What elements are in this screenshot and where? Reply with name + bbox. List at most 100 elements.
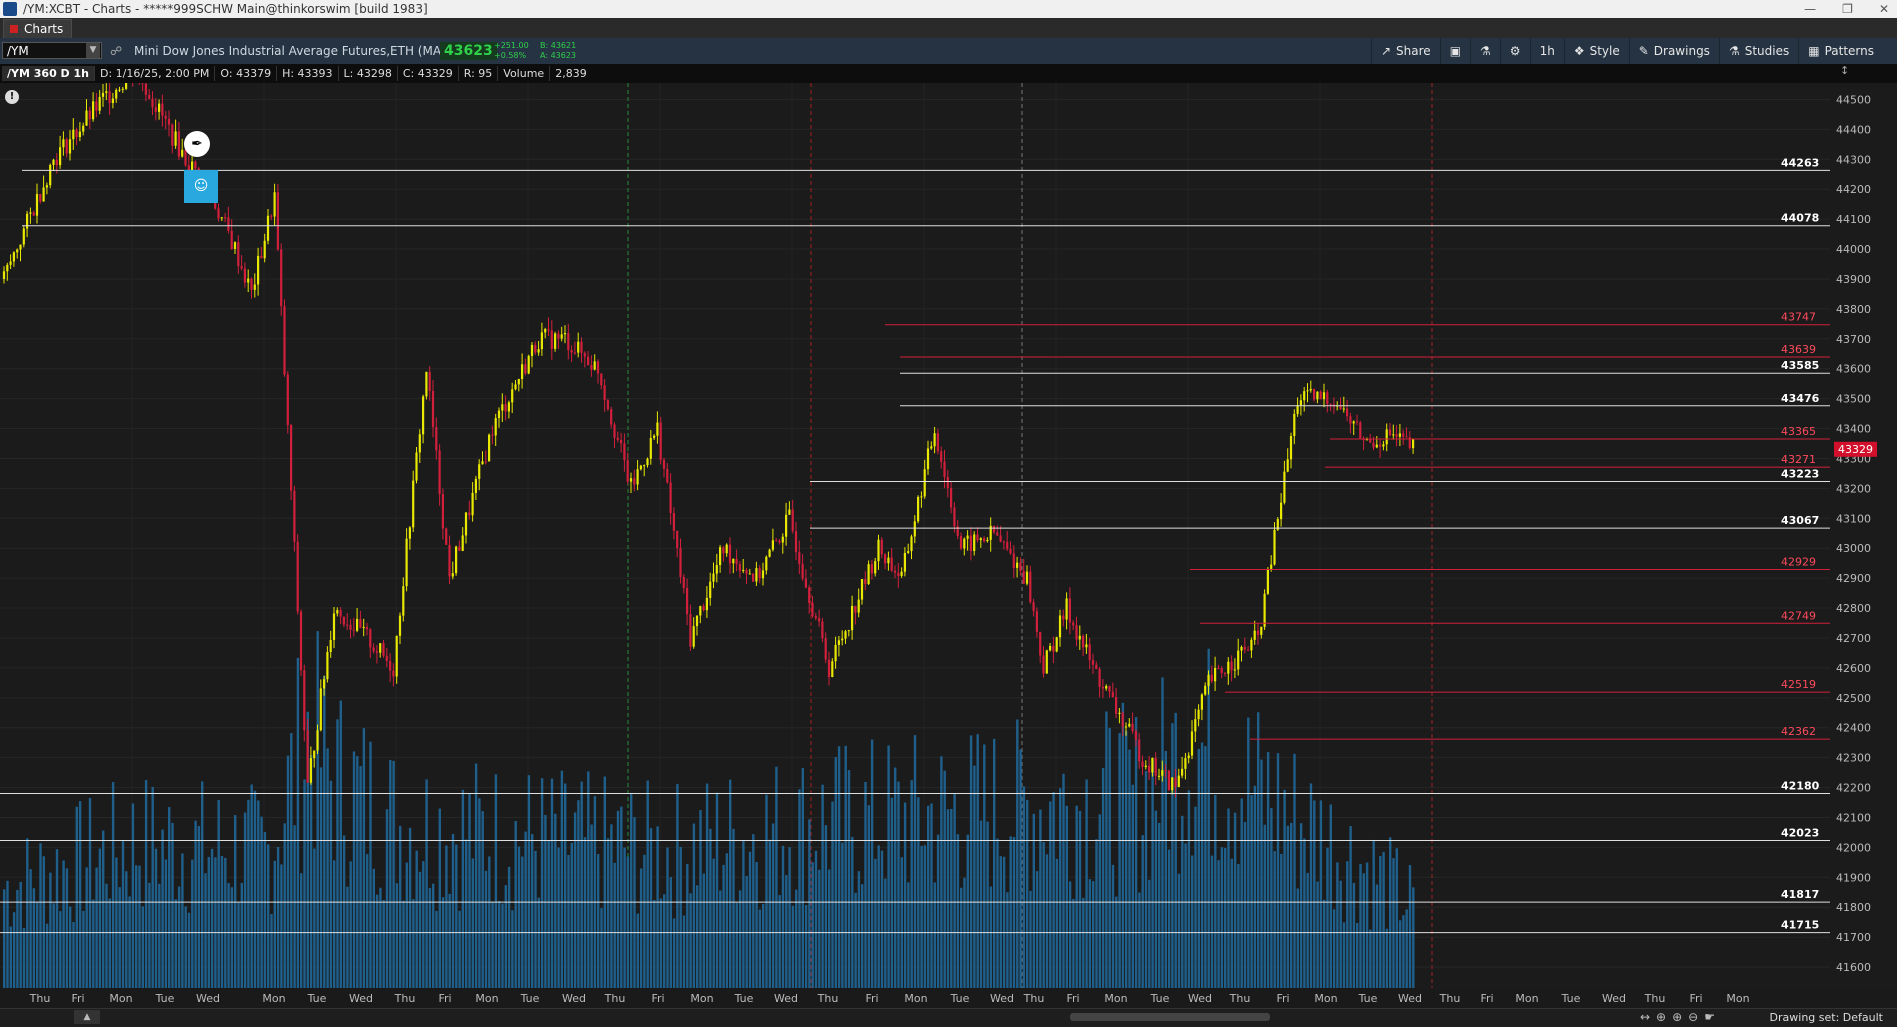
candle-body: [82, 125, 85, 132]
settings-button[interactable]: ⚙: [1499, 38, 1530, 64]
volume-bar: [507, 866, 511, 988]
volume-bar: [738, 890, 742, 988]
price-chart[interactable]: 41600 41700 41800 41900 42000 42100 42200 42300…: [0, 83, 1897, 988]
candle-body: [1329, 403, 1332, 405]
volume-bar: [108, 898, 111, 988]
volume-bar: [59, 911, 62, 988]
volume-bar: [1266, 751, 1270, 988]
volume-bar: [379, 887, 382, 988]
volume-bar: [610, 824, 613, 988]
volume-bar: [758, 909, 762, 988]
y-tick-label: 43100: [1836, 512, 1871, 525]
close-icon[interactable]: ✕: [1879, 0, 1889, 18]
candle-body: [336, 610, 339, 614]
volume-bar: [1009, 836, 1012, 988]
candle-body: [577, 341, 580, 353]
studies-button[interactable]: ⚗ Studies: [1718, 38, 1798, 64]
volume-bar: [785, 875, 788, 988]
snapshot-button[interactable]: ▣: [1439, 38, 1470, 64]
timeframe-button[interactable]: 1h: [1529, 38, 1564, 64]
candle-body: [560, 334, 563, 339]
volume-bar: [672, 918, 676, 988]
candle-body: [101, 92, 105, 97]
volume-bar: [253, 790, 257, 988]
candle-body: [177, 131, 180, 157]
volume-bar: [880, 850, 884, 988]
patterns-button[interactable]: ▦ Patterns: [1798, 38, 1883, 64]
pen-tool-icon[interactable]: ✒: [184, 131, 210, 157]
candle-body: [1283, 471, 1286, 503]
y-tick-label: 41900: [1836, 871, 1871, 884]
candle-body: [1115, 697, 1118, 714]
symbol-dropdown-icon[interactable]: ▼: [86, 43, 100, 58]
candle-body: [72, 129, 75, 140]
horizontal-scrollbar[interactable]: [1070, 1013, 1270, 1021]
volume-bar: [1362, 873, 1365, 988]
volume-bar: [927, 805, 930, 988]
axis-tools[interactable]: ↕: [1840, 64, 1880, 83]
volume-bar: [352, 751, 356, 988]
volume-bar: [1161, 677, 1164, 988]
candle-body: [230, 230, 233, 249]
volume-bar: [1118, 733, 1121, 988]
candle-body: [339, 610, 342, 617]
link-icon[interactable]: ☍: [110, 44, 122, 58]
candle-body: [1032, 602, 1035, 612]
volume-label: Volume: [497, 66, 549, 81]
style-button[interactable]: ❖ Style: [1563, 38, 1629, 64]
minimize-icon[interactable]: —: [1804, 0, 1816, 18]
volume-bar: [141, 906, 144, 988]
candle-body: [280, 249, 283, 307]
candle-body: [118, 89, 121, 91]
candle-body: [1091, 660, 1095, 665]
share-button[interactable]: ↗ Share: [1370, 38, 1440, 64]
volume-bar: [1204, 746, 1207, 988]
tab-charts[interactable]: Charts: [3, 19, 73, 39]
collapse-panel-button[interactable]: ▲: [74, 1010, 100, 1024]
volume-bar: [1125, 731, 1128, 988]
candle-body: [237, 242, 240, 267]
candle-body: [55, 159, 58, 166]
volume-bar: [402, 900, 405, 988]
flask-button[interactable]: ⚗: [1470, 38, 1500, 64]
volume-bar: [125, 871, 128, 988]
volume-bar: [369, 741, 372, 988]
app-icon: [3, 2, 17, 16]
y-tick-label: 41800: [1836, 901, 1871, 914]
candle-body: [1240, 646, 1243, 651]
candle-body: [847, 630, 850, 632]
volume-bar: [913, 735, 917, 988]
volume-bar: [422, 861, 425, 988]
volume-bar: [656, 826, 659, 988]
candle-body: [441, 494, 444, 529]
candle-body: [332, 613, 336, 640]
volume-bar: [722, 864, 725, 988]
candle-body: [979, 538, 982, 541]
candle-body: [573, 352, 576, 354]
volume-bar: [956, 834, 960, 988]
volume-bar: [626, 856, 630, 988]
candle-body: [263, 240, 266, 259]
volume-bar: [197, 825, 201, 988]
volume-bar: [201, 781, 204, 988]
chart-symbol-label[interactable]: /YM 360 D 1h: [2, 66, 94, 81]
candle-body: [953, 507, 956, 527]
volume-bar: [1128, 749, 1131, 988]
restore-icon[interactable]: ❐: [1842, 0, 1853, 18]
candle-body: [1355, 421, 1359, 423]
smile-icon[interactable]: ☺: [184, 170, 218, 203]
x-tick-label: Thu: [817, 992, 839, 1005]
candle-body: [554, 333, 557, 349]
x-tick-label: Wed: [1398, 992, 1422, 1005]
volume-bar: [1075, 805, 1078, 988]
drawings-button[interactable]: ✎ Drawings: [1628, 38, 1719, 64]
candle-body: [16, 249, 19, 253]
candle-body: [1138, 739, 1141, 762]
candle-body: [1243, 646, 1246, 650]
alert-icon[interactable]: !: [5, 90, 19, 104]
candle-body: [827, 659, 831, 678]
zoom-controls[interactable]: ↔⊕⊕⊖☛: [1640, 1010, 1721, 1024]
volume-bar: [168, 807, 171, 988]
volume-bar: [273, 860, 276, 988]
level-label-red: 43365: [1781, 425, 1816, 438]
